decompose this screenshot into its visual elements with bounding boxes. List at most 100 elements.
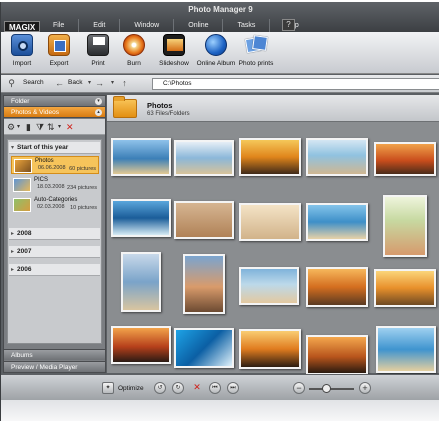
delete-icon[interactable]: ✕ [66, 122, 74, 132]
zoom-out-icon[interactable]: − [293, 382, 305, 394]
album-date: 18.03.2008 [37, 184, 65, 190]
navigation-bar: ⚲ Search ← Back ▾ → ▾ ↑ C:\Photos [1, 75, 439, 93]
photo-thumbnail[interactable] [111, 326, 171, 364]
photo-thumbnail[interactable] [174, 201, 234, 239]
photo-thumbnail[interactable] [374, 142, 436, 176]
export-label: Export [49, 60, 69, 67]
back-arrow-icon[interactable]: ← [54, 78, 65, 89]
photo-thumbnail[interactable] [376, 326, 436, 373]
import-button[interactable]: Import [7, 34, 37, 67]
menu-bar: File Edit Window Online Tasks Help [39, 19, 313, 32]
burn-button[interactable]: Burn [120, 34, 148, 67]
photo-prints-label: Photo prints [238, 60, 274, 67]
photo-thumbnail[interactable] [306, 138, 368, 176]
optimize-icon[interactable]: ✦ [102, 382, 114, 394]
search-icon[interactable]: ⚲ [6, 78, 17, 89]
album-thumbnail [13, 178, 31, 192]
menu-edit[interactable]: Edit [78, 19, 119, 32]
gear-dropdown-icon[interactable]: ▾ [17, 122, 20, 132]
photos-videos-tab[interactable]: Photos & Videos ▴ [4, 107, 105, 118]
thumbnail-grid [107, 123, 439, 375]
menu-file[interactable]: File [39, 19, 78, 32]
sort-dropdown-icon[interactable]: ▾ [58, 122, 61, 132]
photo-thumbnail[interactable] [239, 329, 301, 369]
photo-thumbnail[interactable] [306, 267, 368, 307]
photo-thumbnail[interactable] [374, 269, 436, 307]
photo-thumbnail[interactable] [111, 138, 171, 176]
menu-window[interactable]: Window [119, 19, 173, 32]
album-count: 234 pictures [67, 185, 97, 191]
photo-prints-button[interactable]: Photo prints [237, 34, 275, 67]
slideshow-icon [163, 34, 185, 56]
printer-icon [87, 34, 109, 56]
album-name: Auto-Categories [34, 197, 78, 203]
photos-videos-tab-label: Photos & Videos [11, 109, 59, 116]
folder-tab[interactable]: Folder ▾ [4, 96, 105, 107]
filter-icon[interactable]: ⧩ [36, 122, 44, 132]
expand-chevron-icon[interactable]: ▾ [95, 98, 102, 105]
photo-thumbnail[interactable] [121, 252, 161, 312]
context-help-icon[interactable]: ? [282, 19, 295, 31]
albums-tab[interactable]: Albums [4, 349, 105, 360]
group-2008[interactable]: 2008 [9, 228, 100, 240]
photo-thumbnail[interactable] [239, 203, 301, 241]
zoom-slider-track[interactable] [309, 388, 354, 390]
delete-icon[interactable]: ✕ [191, 382, 203, 394]
zoom-slider-handle[interactable] [322, 384, 331, 393]
folder-tab-label: Folder [11, 98, 30, 105]
new-album-icon[interactable]: ▮ [26, 122, 31, 132]
collapse-chevron-icon[interactable]: ▴ [95, 109, 102, 116]
main-toolbar: Import Export Print Burn Slideshow Onlin… [1, 32, 439, 74]
photo-thumbnail[interactable] [174, 328, 234, 368]
folder-icon [113, 96, 137, 118]
magix-logo: MAGIX [4, 21, 41, 32]
album-item[interactable]: Auto-Categories 02.03.2008 10 pictures [11, 196, 99, 214]
skip-previous-icon[interactable]: ⏮ [209, 382, 221, 394]
group-2006[interactable]: 2006 [9, 264, 100, 276]
photo-thumbnail[interactable] [306, 335, 368, 375]
gear-icon[interactable]: ⚙ [7, 122, 15, 132]
menu-online[interactable]: Online [173, 19, 222, 32]
export-icon [48, 34, 70, 56]
export-button[interactable]: Export [44, 34, 74, 67]
photo-thumbnail[interactable] [111, 199, 171, 237]
preview-media-player-tab[interactable]: Preview / Media Player [4, 361, 105, 372]
online-album-button[interactable]: Online Album [196, 34, 236, 67]
group-start-of-year[interactable]: Start of this year [9, 142, 100, 154]
group-2007[interactable]: 2007 [9, 246, 100, 258]
album-date: 02.03.2008 [37, 204, 65, 210]
path-field[interactable]: C:\Photos [152, 78, 439, 90]
photo-prints-icon [244, 34, 268, 56]
import-label: Import [12, 60, 32, 67]
back-button[interactable]: Back [68, 79, 82, 86]
zoom-in-icon[interactable]: + [359, 382, 371, 394]
skip-next-icon[interactable]: ⏭ [227, 382, 239, 394]
photo-thumbnail[interactable] [183, 254, 225, 314]
left-sidebar: Folder ▾ Photos & Videos ▴ ⚙ ▾ ▮ ⧩ ⇅ ▾ ✕… [3, 95, 106, 373]
forward-chevron-down-icon[interactable]: ▾ [107, 78, 118, 89]
rotate-right-icon[interactable]: ↻ [172, 382, 184, 394]
optimize-button[interactable]: Optimize [118, 385, 144, 392]
album-date: 06.06.2008 [38, 165, 66, 171]
sidebar-tools: ⚙ ▾ ▮ ⧩ ⇅ ▾ ✕ [4, 119, 105, 135]
photo-thumbnail[interactable] [174, 140, 234, 176]
up-arrow-icon[interactable]: ↑ [119, 78, 130, 89]
rotate-left-icon[interactable]: ↺ [154, 382, 166, 394]
slideshow-button[interactable]: Slideshow [157, 34, 191, 67]
photo-thumbnail[interactable] [306, 203, 368, 241]
menu-tasks[interactable]: Tasks [222, 19, 269, 32]
search-button[interactable]: Search [23, 79, 44, 86]
photo-thumbnail[interactable] [239, 138, 301, 176]
globe-icon [205, 34, 227, 56]
photo-thumbnail[interactable] [239, 267, 299, 305]
forward-arrow-icon[interactable]: → [94, 78, 105, 89]
status-bar [1, 400, 439, 421]
album-item[interactable]: PICS 18.03.2008 234 pictures [11, 176, 99, 194]
photo-thumbnail[interactable] [383, 195, 427, 257]
print-label: Print [91, 60, 105, 67]
title-bar: Photo Manager 9 MAGIX File Edit Window O… [1, 2, 439, 32]
album-item[interactable]: Photos 06.06.2008 60 pictures [11, 156, 99, 174]
folder-file-count: 63 Files/Folders [147, 111, 190, 117]
sort-icon[interactable]: ⇅ [47, 122, 55, 132]
print-button[interactable]: Print [84, 34, 112, 67]
